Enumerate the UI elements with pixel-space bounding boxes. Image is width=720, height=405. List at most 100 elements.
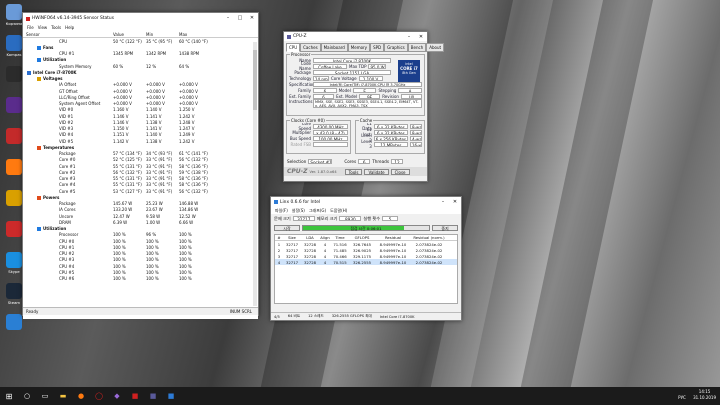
close-button[interactable]: ✕ [246, 13, 258, 23]
table-row[interactable]: 3 32717 32728 4 70.466 329.1175 8.949997e-10 2.… [275, 253, 457, 259]
memory-input[interactable]: 8930 [339, 216, 362, 221]
task-view-icon[interactable]: ▭ [36, 387, 54, 405]
current-value: 57 °C (134 °F) [113, 151, 142, 157]
label: Rated FSB [290, 141, 312, 147]
current-value: 100 % [113, 244, 126, 250]
linx-titlebar[interactable]: Linx 0.6.6 for Intel – ✕ [271, 197, 461, 207]
runs-input[interactable]: 5 [382, 216, 399, 221]
sensor-table-header: Sensor Value Min Max [23, 31, 258, 38]
min-value: 33 °C (91 °F) [146, 182, 173, 188]
close-button[interactable]: Close [390, 168, 410, 175]
col-sensor[interactable]: Sensor [23, 32, 113, 37]
status-bar: Ready INUM SCRL [23, 307, 258, 315]
system-tray[interactable]: РУС 14:15 31.10.2019 [678, 389, 716, 401]
cpuz-titlebar[interactable]: CPU-Z – ✕ [284, 32, 427, 41]
table-cell: 32717 [285, 247, 299, 253]
label: Core Voltage [331, 75, 357, 81]
table-row[interactable]: 2 32717 32728 4 71.485 326.9025 8.949997e-10 2.… [275, 247, 457, 253]
firefox-icon[interactable]: ● [72, 387, 90, 405]
socket-select[interactable]: Socket #1 [308, 158, 333, 164]
table-cell: 4 [323, 253, 327, 259]
language-indicator[interactable]: РУС [678, 395, 686, 400]
min-value: 1.140 V [146, 132, 162, 138]
min-value: 100 % [146, 257, 159, 263]
label: Package [294, 69, 311, 75]
max-value: 1.248 V [179, 119, 195, 125]
scrollbar[interactable] [253, 42, 257, 306]
tools-button[interactable]: Tools [344, 168, 363, 175]
file-explorer-icon[interactable]: ▬ [54, 387, 72, 405]
menu-item[interactable]: Help [65, 25, 74, 30]
table-row[interactable]: 4 32717 32728 4 70.515 326.2555 8.949997e-10 2.… [275, 259, 457, 265]
col-max[interactable]: Max [179, 32, 212, 37]
cores-field: 6 [358, 158, 371, 164]
label: Ext. Model [336, 93, 358, 99]
group-icon [37, 58, 41, 63]
label: Model [338, 87, 351, 93]
cpuz-taskbar-icon[interactable]: ■ [144, 387, 162, 405]
min-value: 96 % [146, 232, 157, 238]
l2-field: 6 x 256 KBytes [373, 135, 408, 141]
tab-memory[interactable]: Memory [347, 43, 371, 52]
label: Max TDP [349, 63, 367, 69]
sensor-name: VID #2 [59, 119, 74, 125]
table-cell: 329.1175 [352, 253, 372, 259]
close-button[interactable]: ✕ [415, 32, 427, 42]
current-value: 1.146 V [113, 113, 129, 119]
label: Cores [344, 158, 357, 164]
linx-taskbar-icon[interactable]: ■ [162, 387, 180, 405]
multiplier-field: x 43.0 (8 - 47) [313, 129, 348, 135]
l3-way: 16-way [410, 141, 422, 147]
menu-item[interactable]: 파일(F) [275, 208, 288, 214]
tab-about[interactable]: About [426, 43, 445, 52]
menu-item[interactable]: 도움말(H) [330, 208, 347, 214]
menu-item[interactable]: Tools [51, 25, 61, 30]
scrollbar-thumb[interactable] [253, 50, 257, 110]
tab-cpu[interactable]: CPU [286, 43, 301, 52]
table-row[interactable]: 1 32717 32728 4 71.516 326.7645 8.949997e-10 2.… [275, 241, 457, 247]
sensor-row[interactable]: CPU #6 100 % 100 % 100 % [23, 276, 258, 282]
cpuz-app-icon [287, 34, 291, 39]
menu-item[interactable]: File [27, 25, 34, 30]
sensor-table[interactable]: CPU 50 °C (122 °F) 35 °C (95 °F) 60 °C (140… [23, 38, 258, 319]
tab-mainboard[interactable]: Mainboard [320, 43, 348, 52]
start-windows-icon[interactable]: ⊞ [0, 387, 18, 405]
shortcut-icon [6, 314, 22, 330]
sensor-name: Core #2 [59, 169, 76, 175]
sensor-name: Core #4 [59, 182, 76, 188]
current-value: 60 % [113, 63, 124, 69]
tab-bench[interactable]: Bench [407, 43, 427, 52]
app-icon[interactable]: ◆ [108, 387, 126, 405]
min-value: +0.000 V [146, 94, 165, 100]
validate-button[interactable]: Validate [364, 168, 389, 175]
hwinfo-taskbar-icon[interactable]: ■ [126, 387, 144, 405]
menu-item[interactable]: 그래프(G) [309, 208, 326, 214]
tab-graphics[interactable]: Graphics [384, 43, 408, 52]
label: Revision [382, 93, 399, 99]
minimize-button[interactable]: – [403, 32, 415, 42]
results-table[interactable]: # Size LDA Align Time GFLOPS Residual Residual … [274, 234, 458, 304]
menu-item[interactable]: 설정(S) [292, 208, 305, 214]
tab-spd[interactable]: SPD [370, 43, 385, 52]
hwinfo-titlebar[interactable]: HWiNFO64 v6.14-3945 Sensor Status – □ ✕ [23, 13, 258, 24]
col-value[interactable]: Value [113, 32, 146, 37]
tab-caches[interactable]: Caches [300, 43, 321, 52]
column-header: Residual (norm.) [413, 235, 445, 240]
cpuz-version: Ver. 1.87.0.x64 [309, 169, 337, 174]
col-min[interactable]: Min [146, 32, 179, 37]
start-button[interactable]: 시작 [274, 224, 300, 231]
stop-button[interactable]: 중지 [432, 224, 458, 231]
max-value: 56 °C (132 °F) [179, 188, 208, 194]
close-button[interactable]: ✕ [449, 197, 461, 207]
problem-size-input[interactable]: 32717 [292, 216, 315, 221]
sensor-name: Temperatures [23, 145, 113, 150]
table-cell: 8.949997e-10 [379, 259, 407, 265]
current-value: 1.150 V [113, 126, 129, 132]
min-value: 1342 RPM [146, 51, 167, 57]
menu-item[interactable]: View [38, 25, 48, 30]
search-icon[interactable]: ○ [18, 387, 36, 405]
minimize-button[interactable]: – [437, 197, 449, 207]
minimize-button[interactable]: – [222, 13, 234, 23]
maximize-button[interactable]: □ [234, 13, 246, 23]
opera-icon[interactable]: ◯ [90, 387, 108, 405]
